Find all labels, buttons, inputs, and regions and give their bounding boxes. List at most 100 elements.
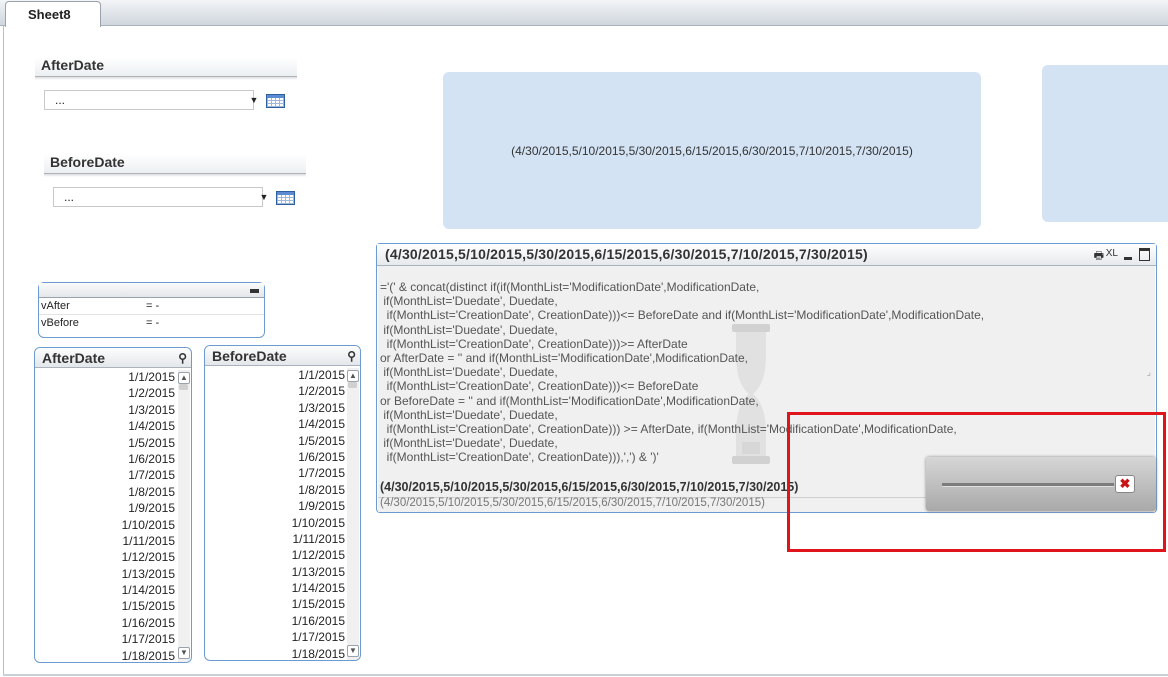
- minimize-icon[interactable]: [1124, 257, 1132, 260]
- xl-icon[interactable]: XL: [1106, 248, 1118, 259]
- afterdate-listbox-header: AfterDate ⚲: [35, 348, 191, 368]
- text-object-dates[interactable]: (4/30/2015,5/10/2015,5/30/2015,6/15/2015…: [443, 72, 981, 229]
- afterdate-input-header: AfterDate: [35, 57, 297, 80]
- list-item[interactable]: 1/13/2015: [205, 564, 345, 580]
- list-item[interactable]: 1/10/2015: [205, 515, 345, 531]
- text-object-value: (4/30/2015,5/10/2015,5/30/2015,6/15/2015…: [511, 143, 913, 158]
- scroll-down-icon[interactable]: ▼: [178, 647, 190, 659]
- list-item[interactable]: 1/12/2015: [35, 549, 175, 565]
- expression-line: if(MonthList='Duedate', Duedate,: [380, 294, 558, 309]
- scroll-thumb[interactable]: [348, 382, 357, 388]
- list-item[interactable]: 1/2/2015: [205, 383, 345, 399]
- list-item[interactable]: 1/7/2015: [35, 467, 175, 483]
- beforedate-combo[interactable]: ...: [53, 187, 263, 207]
- list-item[interactable]: 1/14/2015: [35, 582, 175, 598]
- afterdate-combo[interactable]: ...: [44, 90, 254, 110]
- calendar-icon[interactable]: [276, 191, 295, 205]
- afterdate-input-title: AfterDate: [41, 57, 105, 73]
- variable-name: vAfter: [41, 300, 70, 312]
- scroll-up-icon[interactable]: ▲: [178, 372, 190, 384]
- beforedate-input-title: BeforeDate: [50, 154, 125, 170]
- expression-line: if(MonthList='CreationDate', CreationDat…: [380, 308, 985, 323]
- result-plain: (4/30/2015,5/10/2015,5/30/2015,6/15/2015…: [380, 497, 765, 509]
- list-item[interactable]: 1/10/2015: [35, 517, 175, 533]
- list-item[interactable]: 1/17/2015: [35, 631, 175, 647]
- list-item[interactable]: 1/9/2015: [35, 500, 175, 516]
- list-item[interactable]: 1/4/2015: [35, 418, 175, 434]
- tab-sheet8[interactable]: Sheet8: [5, 1, 101, 27]
- chevron-down-icon[interactable]: ▼: [249, 93, 259, 107]
- expression-object-title: (4/30/2015,5/10/2015,5/30/2015,6/15/2015…: [385, 246, 868, 262]
- calendar-icon[interactable]: [266, 94, 285, 108]
- afterdate-listbox-items: 1/1/2015 1/2/2015 1/3/2015 1/4/2015 1/5/2015…: [35, 369, 176, 662]
- highlight-box: [787, 412, 1166, 552]
- expression-object-header: (4/30/2015,5/10/2015,5/30/2015,6/15/2015…: [377, 244, 1156, 266]
- list-item[interactable]: 1/6/2015: [35, 451, 175, 467]
- list-item[interactable]: 1/13/2015: [35, 566, 175, 582]
- list-item[interactable]: 1/14/2015: [205, 580, 345, 596]
- list-item[interactable]: 1/6/2015: [205, 449, 345, 465]
- variables-table: vAfter = - vBefore = -: [38, 282, 265, 338]
- chevron-down-icon[interactable]: ▼: [259, 190, 269, 204]
- afterdate-combo-value: ...: [55, 93, 66, 107]
- search-icon[interactable]: ⚲: [347, 346, 356, 366]
- sheet-bottom-border: [3, 674, 1168, 676]
- afterdate-input-box: AfterDate ... ▼: [35, 57, 297, 117]
- list-item[interactable]: 1/5/2015: [205, 433, 345, 449]
- list-item[interactable]: 1/3/2015: [205, 400, 345, 416]
- print-icon[interactable]: 🖶: [1094, 247, 1104, 266]
- list-item[interactable]: 1/8/2015: [205, 482, 345, 498]
- list-item[interactable]: 1/12/2015: [205, 547, 345, 563]
- variables-table-header: [39, 283, 264, 298]
- variable-row: vBefore = -: [39, 315, 264, 331]
- list-item[interactable]: 1/8/2015: [35, 484, 175, 500]
- minimize-icon[interactable]: [250, 289, 259, 293]
- sheet-left-border: [3, 26, 4, 676]
- beforedate-listbox-title: BeforeDate: [212, 348, 287, 364]
- beforedate-input-header: BeforeDate: [44, 154, 306, 177]
- resize-handle-icon[interactable]: ⌟: [1147, 367, 1151, 378]
- list-item[interactable]: 1/15/2015: [35, 598, 175, 614]
- list-item[interactable]: 1/17/2015: [205, 629, 345, 645]
- list-item[interactable]: 1/3/2015: [35, 402, 175, 418]
- variable-name: vBefore: [41, 317, 79, 329]
- expression-line: or AfterDate = '' and if(MonthList='Modi…: [380, 351, 749, 366]
- beforedate-listbox-items: 1/1/2015 1/2/2015 1/3/2015 1/4/2015 1/5/2015…: [205, 367, 346, 660]
- list-item[interactable]: 1/7/2015: [205, 465, 345, 481]
- list-item[interactable]: 1/11/2015: [35, 533, 176, 549]
- beforedate-listbox: BeforeDate ⚲ 1/1/2015 1/2/2015 1/3/2015 1/4…: [204, 345, 361, 661]
- search-icon[interactable]: ⚲: [178, 348, 187, 368]
- result-bold: (4/30/2015,5/10/2015,5/30/2015,6/15/2015…: [380, 480, 799, 494]
- list-item[interactable]: 1/18/2015: [205, 646, 345, 660]
- scroll-up-icon[interactable]: ▲: [347, 370, 359, 382]
- beforedate-listbox-header: BeforeDate ⚲: [205, 346, 360, 366]
- variable-value: = -: [146, 300, 160, 312]
- list-item[interactable]: 1/16/2015: [205, 613, 345, 629]
- expression-line: if(MonthList='CreationDate', CreationDat…: [380, 336, 688, 351]
- expression-line: if(MonthList='CreationDate', CreationDat…: [380, 379, 699, 394]
- text-object-partial[interactable]: [1042, 65, 1168, 222]
- scroll-down-icon[interactable]: ▼: [347, 645, 359, 657]
- scroll-thumb[interactable]: [179, 384, 188, 390]
- list-item[interactable]: 1/18/2015: [35, 648, 175, 662]
- afterdate-listbox-title: AfterDate: [42, 350, 106, 366]
- list-item[interactable]: 1/1/2015: [35, 369, 175, 385]
- beforedate-scrollbar[interactable]: ▲ ▼: [347, 368, 359, 660]
- sheet-tab-bar: [0, 0, 1168, 26]
- maximize-icon[interactable]: [1139, 248, 1150, 261]
- list-item[interactable]: 1/2/2015: [35, 385, 175, 401]
- list-item[interactable]: 1/1/2015: [205, 367, 345, 383]
- list-item[interactable]: 1/15/2015: [205, 596, 345, 612]
- afterdate-scrollbar[interactable]: ▲ ▼: [178, 370, 190, 662]
- list-item[interactable]: 1/16/2015: [35, 615, 175, 631]
- expression-line: ='(' & concat(distinct if(if(MonthList='…: [380, 280, 760, 294]
- list-item[interactable]: 1/9/2015: [205, 498, 345, 514]
- expression-line: or BeforeDate = '' and if(MonthList='Mod…: [380, 393, 759, 408]
- list-item[interactable]: 1/5/2015: [35, 435, 175, 451]
- list-item[interactable]: 1/4/2015: [205, 416, 345, 432]
- expression-line: if(MonthList='Duedate', Duedate,: [380, 322, 558, 337]
- list-item[interactable]: 1/11/2015: [205, 531, 346, 547]
- variable-row: vAfter = -: [39, 298, 264, 315]
- beforedate-combo-value: ...: [64, 190, 75, 204]
- beforedate-input-box: BeforeDate ... ▼: [44, 154, 306, 214]
